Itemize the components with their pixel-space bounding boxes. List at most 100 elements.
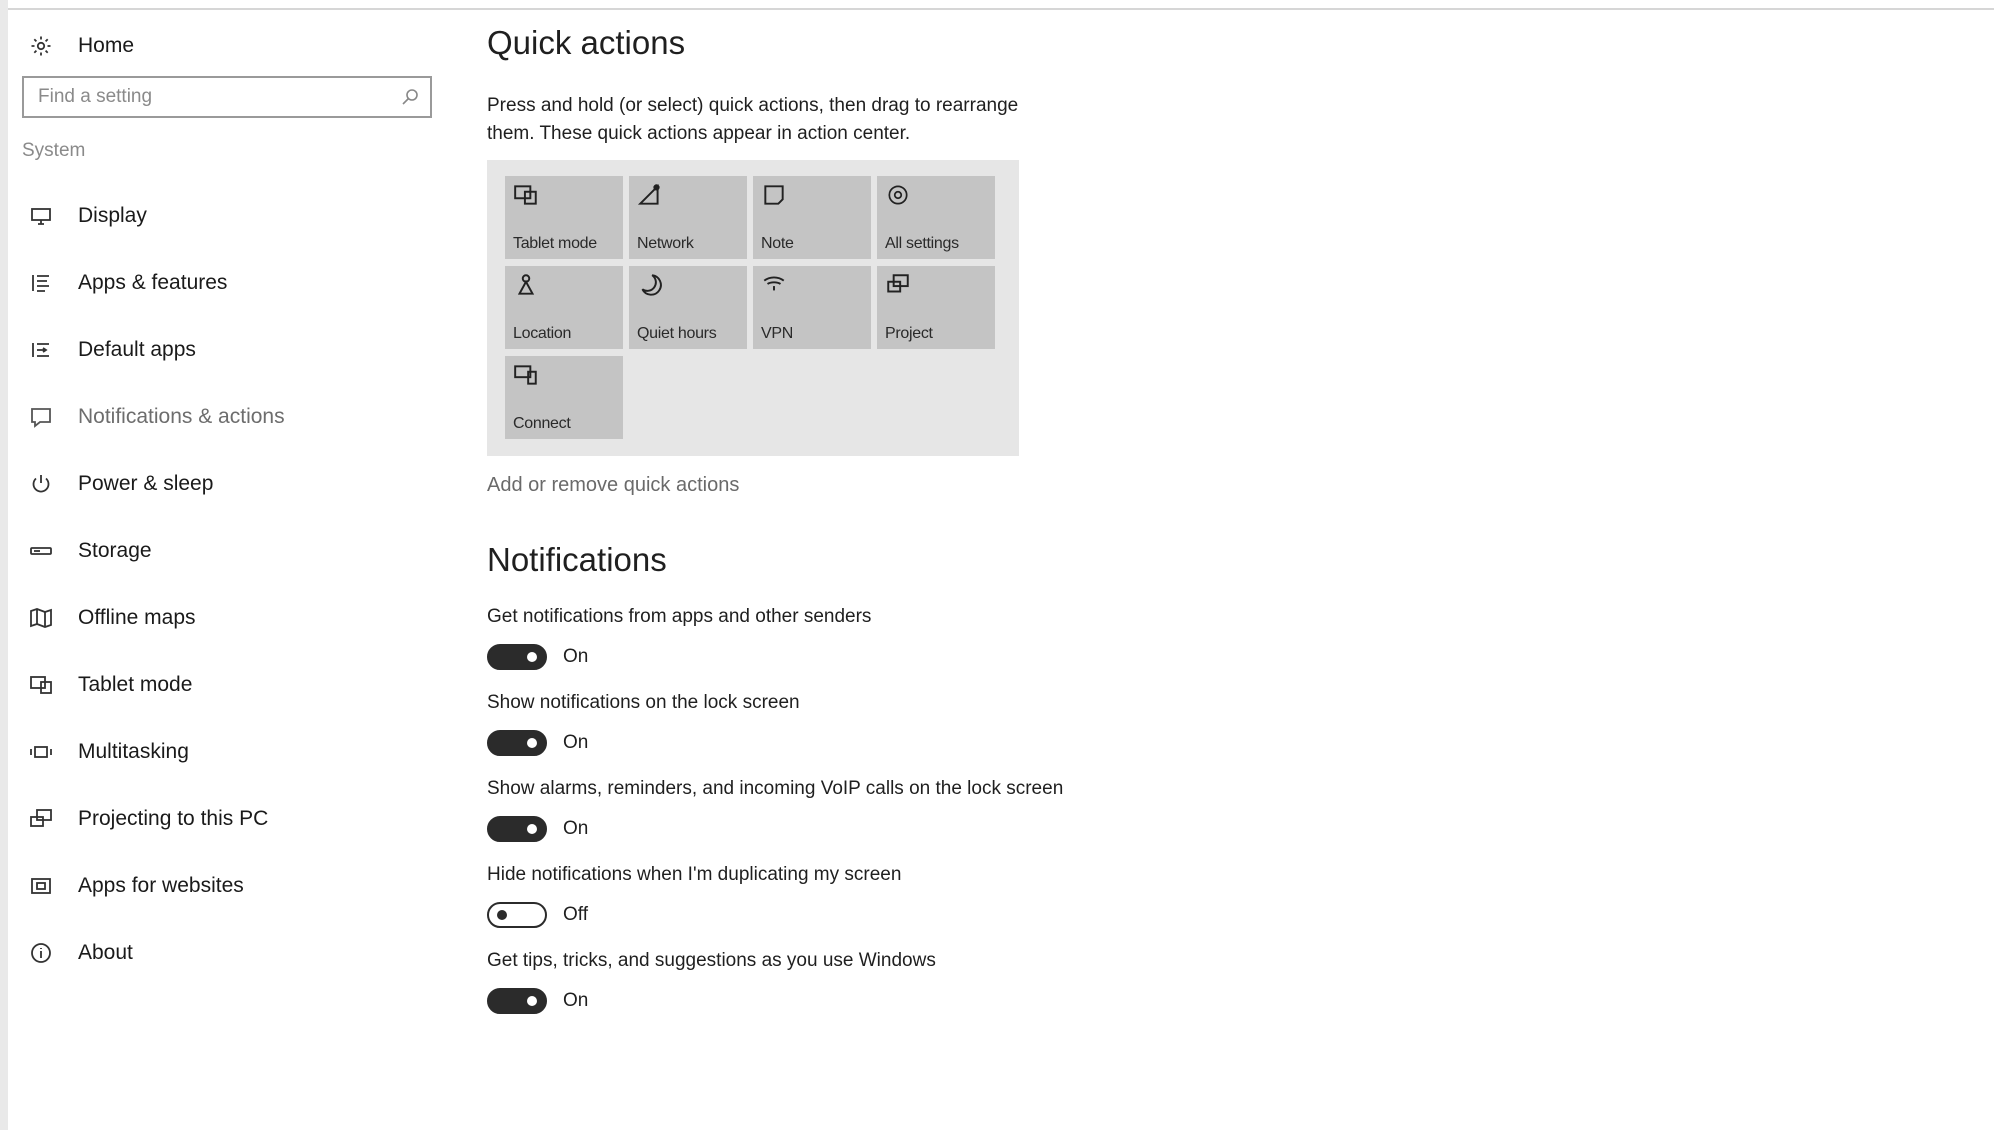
sidebar-item-offline-maps[interactable]: Offline maps [22,584,442,651]
vpn-icon [761,272,787,298]
quick-action-project[interactable]: Project [877,266,995,349]
sidebar-item-storage[interactable]: Storage [22,517,442,584]
projecting-icon [28,806,54,832]
search-icon[interactable] [400,87,420,107]
sidebar-item-display[interactable]: Display [22,182,442,249]
default-apps-icon [28,337,54,363]
storage-icon [28,538,54,564]
toggle-row: On [487,639,1087,675]
apps-websites-icon [28,873,54,899]
sidebar-item-apps-websites[interactable]: Apps for websites [22,852,442,919]
toggle-row: On [487,725,1087,761]
quick-actions-description: Press and hold (or select) quick actions… [487,95,1019,144]
toggle-state-label: Off [563,904,588,925]
quick-action-label: Quiet hours [637,325,717,342]
window-top-border [0,0,1994,10]
search-box [22,76,432,118]
sidebar-item-label: Apps for websites [78,873,244,897]
quick-action-location[interactable]: Location [505,266,623,349]
quick-action-label: Note [761,235,794,252]
toggle-switch[interactable] [487,902,547,928]
setting-label: Get notifications from apps and other se… [487,606,872,627]
quick-action-vpn[interactable]: VPN [753,266,871,349]
sidebar-item-label: Tablet mode [78,672,193,696]
main-content: Quick actions Press and hold (or select)… [487,24,1087,1019]
window-left-edge [0,0,8,1130]
setting-hide-when-duplicating: Hide notifications when I'm duplicating … [487,861,1087,933]
sidebar-item-label: Apps & features [78,270,228,294]
tablet-mode-icon [28,672,54,698]
toggle-state-label: On [563,990,589,1011]
toggle-state-label: On [563,646,589,667]
sidebar-item-power[interactable]: Power & sleep [22,450,442,517]
apps-features-icon [28,270,54,296]
map-icon [28,605,54,631]
sidebar-item-label: Notifications & actions [78,404,285,428]
setting-label: Hide notifications when I'm duplicating … [487,864,902,885]
toggle-row: On [487,983,1087,1019]
sidebar-item-default-apps[interactable]: Default apps [22,316,442,383]
location-icon [513,272,539,298]
quick-action-note[interactable]: Note [753,176,871,259]
quick-action-label: Connect [513,415,571,432]
gear-icon [28,33,54,59]
quick-action-network[interactable]: Network [629,176,747,259]
quick-actions-title: Quick actions [487,24,686,61]
gear-icon [885,182,911,208]
multitasking-icon [28,739,54,765]
sidebar-item-projecting[interactable]: Projecting to this PC [22,785,442,852]
quick-action-label: All settings [885,235,959,252]
connect-icon [513,362,539,388]
settings-window: Home System Display Apps & features [0,0,1994,1130]
power-icon [28,471,54,497]
toggle-knob [527,652,537,662]
sidebar-item-label: About [78,940,133,964]
quick-action-tablet-mode[interactable]: Tablet mode [505,176,623,259]
setting-label: Show notifications on the lock screen [487,692,800,713]
sidebar-item-label: Projecting to this PC [78,806,269,830]
add-remove-quick-actions-link[interactable]: Add or remove quick actions [487,474,739,497]
toggle-knob [527,824,537,834]
quick-action-label: Tablet mode [513,235,597,252]
sidebar-item-home[interactable]: Home [22,26,442,66]
setting-lock-screen-notifications: Show notifications on the lock screen On [487,689,1087,761]
sidebar: Home System Display Apps & features [22,26,442,986]
toggle-state-label: On [563,732,589,753]
toggle-switch[interactable] [487,816,547,842]
quick-action-connect[interactable]: Connect [505,356,623,439]
setting-get-notifications: Get notifications from apps and other se… [487,603,1087,675]
note-icon [761,182,787,208]
sidebar-item-label: Home [78,34,135,57]
sidebar-item-label: Default apps [78,337,196,361]
sidebar-item-apps-features[interactable]: Apps & features [22,249,442,316]
quick-action-label: VPN [761,325,793,342]
toggle-switch[interactable] [487,730,547,756]
section-label-system: System [22,140,86,161]
quick-action-quiet-hours[interactable]: Quiet hours [629,266,747,349]
toggle-switch[interactable] [487,988,547,1014]
toggle-switch[interactable] [487,644,547,670]
setting-label: Show alarms, reminders, and incoming VoI… [487,778,1064,799]
quick-action-label: Network [637,235,694,252]
quick-action-all-settings[interactable]: All settings [877,176,995,259]
sidebar-item-notifications[interactable]: Notifications & actions [22,383,442,450]
moon-icon [637,272,663,298]
search-input[interactable] [24,85,400,109]
toggle-knob [527,996,537,1006]
quick-action-label: Location [513,325,572,342]
sidebar-item-tablet-mode[interactable]: Tablet mode [22,651,442,718]
setting-tips-tricks: Get tips, tricks, and suggestions as you… [487,947,1087,1019]
sidebar-item-label: Multitasking [78,739,189,763]
toggle-knob [497,910,507,920]
quick-action-label: Project [885,325,933,342]
setting-alarms-lock-screen: Show alarms, reminders, and incoming VoI… [487,775,1087,847]
project-icon [885,272,911,298]
notifications-title: Notifications [487,541,667,578]
display-icon [28,203,54,229]
sidebar-item-label: Offline maps [78,605,196,629]
tablet-mode-icon [513,182,539,208]
sidebar-item-about[interactable]: About [22,919,442,986]
sidebar-item-label: Storage [78,538,152,562]
toggle-row: On [487,811,1087,847]
sidebar-item-multitasking[interactable]: Multitasking [22,718,442,785]
